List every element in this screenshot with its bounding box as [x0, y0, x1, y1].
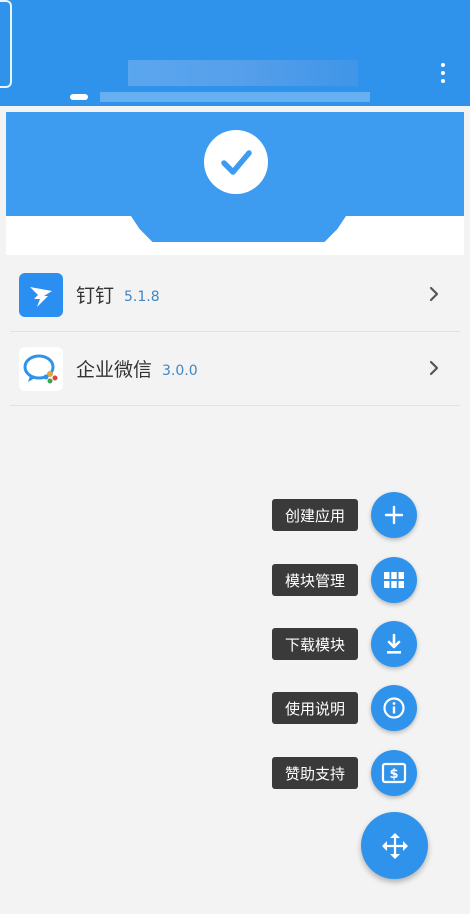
plus-icon[interactable]: [371, 492, 417, 538]
wework-icon: [19, 346, 63, 391]
app-bar: [0, 0, 470, 106]
chevron-right-icon: [429, 360, 439, 376]
fab-label[interactable]: 创建应用: [272, 499, 358, 531]
fab-item-sponsor: 赞助支持 $: [272, 745, 422, 796]
fab-label[interactable]: 模块管理: [272, 564, 358, 596]
donate-icon[interactable]: $: [371, 750, 417, 796]
app-version: 3.0.0: [162, 362, 198, 379]
status-card: [6, 112, 464, 255]
redacted-title: [128, 60, 358, 86]
app-version: 5.1.8: [124, 288, 160, 305]
indicator-pill: [70, 94, 88, 100]
list-item-dingtalk[interactable]: 钉钉 5.1.8: [10, 258, 460, 332]
fab-item-instructions: 使用说明: [272, 680, 422, 731]
svg-text:$: $: [389, 767, 398, 782]
grid-icon[interactable]: [371, 557, 417, 603]
check-icon: [204, 130, 268, 194]
list-item-wework[interactable]: 企业微信 3.0.0: [10, 332, 460, 406]
app-name: 企业微信: [76, 359, 153, 381]
drawer-handle[interactable]: [0, 0, 12, 88]
app-name: 钉钉: [76, 285, 115, 307]
app-list: 钉钉 5.1.8 企业微信 3.0.0: [10, 258, 460, 406]
redacted-subtitle: [100, 92, 370, 102]
status-banner-tail: [131, 216, 346, 242]
fab-label[interactable]: 下载模块: [272, 628, 358, 660]
fab-label[interactable]: 赞助支持: [272, 757, 358, 789]
chevron-right-icon: [429, 286, 439, 302]
download-icon[interactable]: [371, 621, 417, 667]
fab-item-create-app: 创建应用: [272, 487, 422, 538]
info-icon[interactable]: [371, 685, 417, 731]
fab-item-download-module: 下载模块: [272, 616, 422, 667]
fab-label[interactable]: 使用说明: [272, 692, 358, 724]
more-menu-icon[interactable]: [438, 63, 448, 85]
fab-item-module-manage: 模块管理: [272, 552, 422, 603]
move-arrows-icon[interactable]: [361, 812, 428, 879]
dingtalk-icon: [19, 272, 63, 317]
